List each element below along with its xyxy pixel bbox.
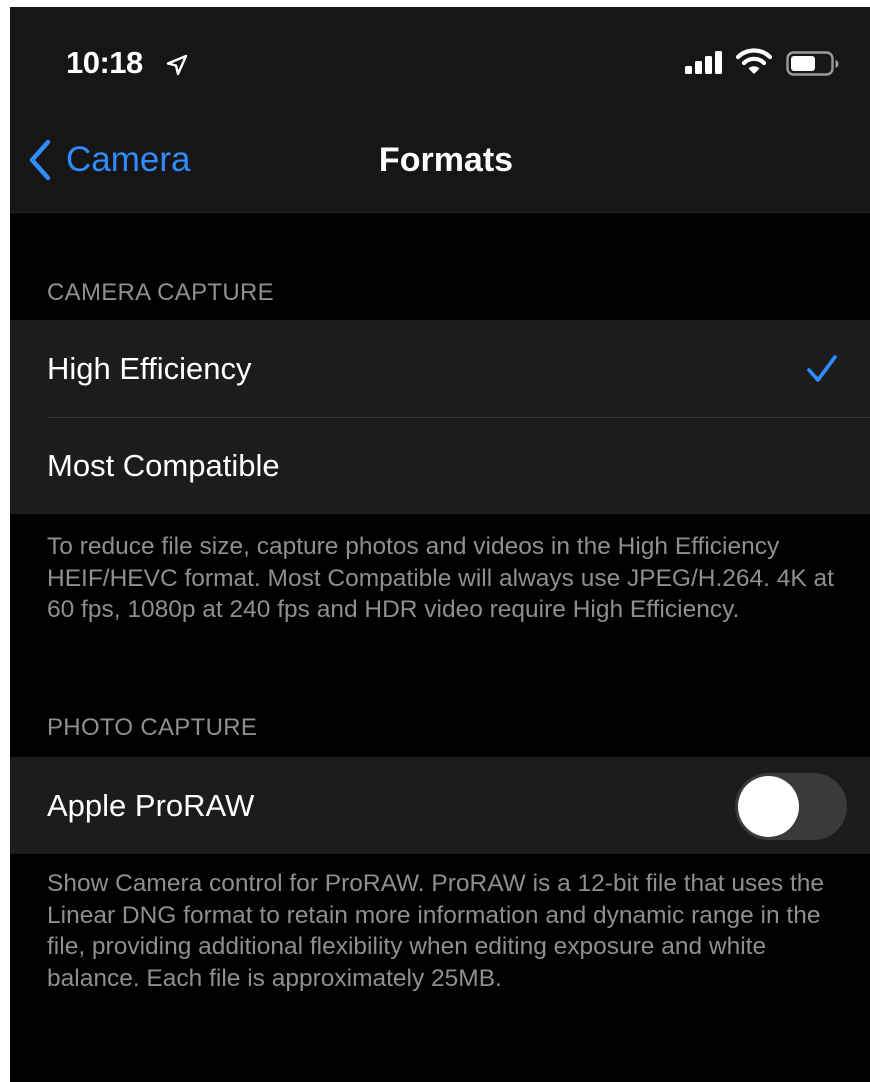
option-high-efficiency[interactable]: High Efficiency [10,320,870,417]
navigation-bar: 10:18 Camera Formats [10,7,870,213]
camera-capture-footer: To reduce file size, capture photos and … [47,533,834,623]
toggle-knob [738,776,799,837]
camera-capture-group: High Efficiency Most Compatible [10,320,870,514]
apple-proraw-toggle[interactable] [735,773,847,840]
page-title: Formats [378,141,514,179]
battery-icon [786,51,839,76]
section-header-photo-capture: PHOTO CAPTURE [47,714,258,741]
apple-proraw-row: Apple ProRAW [10,757,870,854]
option-label: High Efficiency [47,350,252,386]
screen: 10:18 Camera Formats CAMERA CAPTURE High… [10,7,870,1082]
option-most-compatible[interactable]: Most Compatible [10,417,870,514]
cellular-signal-icon [685,51,722,74]
location-arrow-icon [166,54,188,76]
option-label: Apple ProRAW [47,787,255,823]
option-label: Most Compatible [47,447,280,483]
checkmark-icon [807,355,837,382]
section-header-camera-capture: CAMERA CAPTURE [47,279,274,306]
status-time: 10:18 [66,45,143,80]
photo-capture-footer: Show Camera control for ProRAW. ProRAW i… [47,870,825,992]
photo-capture-group: Apple ProRAW [10,757,870,854]
wifi-icon [736,48,772,74]
